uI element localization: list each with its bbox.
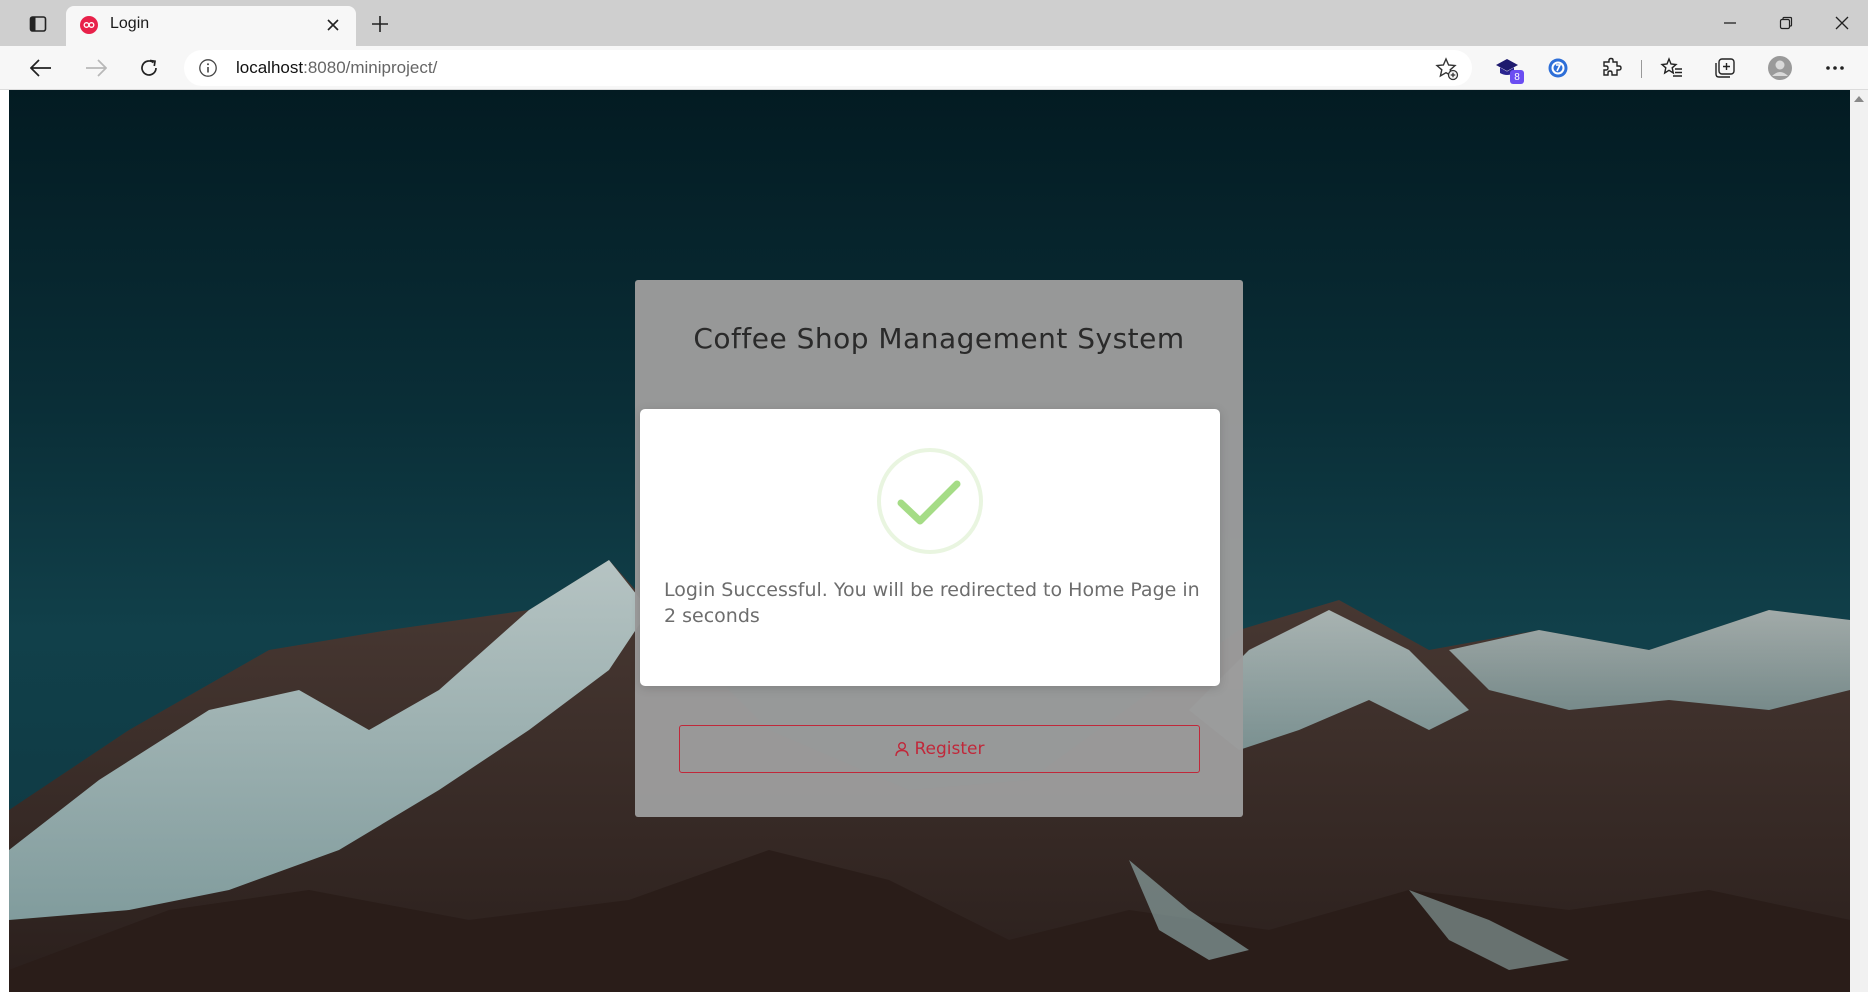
back-arrow-icon[interactable] — [24, 53, 58, 83]
extension-graduation-icon[interactable]: 8 — [1492, 54, 1524, 84]
forward-arrow-icon[interactable] — [79, 53, 113, 83]
user-icon — [894, 742, 909, 757]
extension-badge: 8 — [1510, 70, 1524, 84]
toolbar-divider — [1641, 60, 1642, 78]
dialog-message: Login Successful. You will be redirected… — [664, 579, 1200, 627]
add-favorite-icon[interactable] — [1434, 56, 1460, 82]
tab-title: Login — [110, 15, 150, 32]
close-window-icon[interactable] — [1822, 8, 1862, 38]
profile-avatar-icon[interactable] — [1765, 54, 1795, 82]
vertical-scrollbar[interactable] — [1850, 90, 1868, 992]
url-path: :8080/miniproject/ — [303, 58, 438, 77]
more-options-icon[interactable] — [1820, 54, 1850, 82]
card-title: Coffee Shop Management System — [693, 322, 1185, 355]
register-label: Register — [914, 739, 985, 759]
address-bar[interactable]: localhost:8080/miniproject/ — [184, 50, 1472, 86]
site-favicon-icon — [80, 16, 98, 34]
reload-icon[interactable] — [132, 53, 166, 83]
site-info-icon[interactable] — [198, 58, 218, 78]
scroll-up-arrow-icon[interactable] — [1854, 96, 1864, 102]
tab-actions-icon[interactable] — [22, 10, 54, 38]
new-tab-icon[interactable] — [366, 10, 394, 38]
favorites-list-icon[interactable] — [1657, 54, 1687, 82]
success-dialog: Login Successful. You will be redirected… — [640, 409, 1220, 686]
minimize-icon[interactable] — [1710, 8, 1750, 38]
extensions-puzzle-icon[interactable] — [1597, 54, 1627, 82]
browser-tab-bar: Login — [0, 0, 1868, 46]
close-tab-icon[interactable] — [322, 14, 344, 36]
page-viewport: Coffee Shop Management System Register L… — [9, 90, 1850, 992]
extension-blue-circle-icon[interactable] — [1543, 54, 1573, 82]
browser-toolbar: localhost:8080/miniproject/ 8 — [0, 46, 1868, 90]
url-text[interactable]: localhost:8080/miniproject/ — [236, 58, 437, 78]
checkmark-success-icon — [877, 448, 983, 554]
browser-tab[interactable]: Login — [66, 6, 356, 46]
restore-icon[interactable] — [1766, 8, 1806, 38]
url-host: localhost — [236, 58, 304, 77]
register-button[interactable]: Register — [679, 725, 1200, 773]
collections-icon[interactable] — [1710, 54, 1740, 82]
